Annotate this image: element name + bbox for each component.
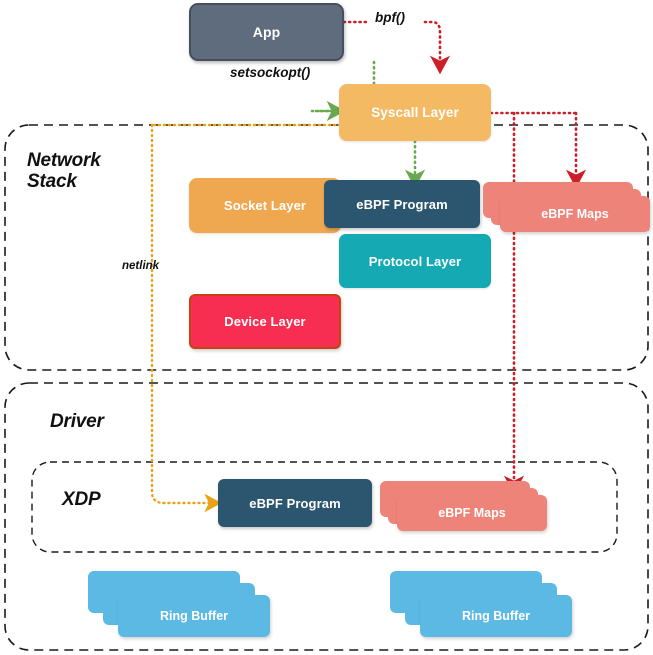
node-socket-layer[interactable]: Socket Layer — [189, 178, 341, 233]
region-label-network-stack-line2: Stack — [27, 171, 77, 193]
region-label-xdp: XDP — [62, 489, 101, 510]
edge-label-netlink: netlink — [122, 260, 160, 272]
node-app[interactable]: App — [189, 3, 344, 61]
region-label-network-stack-line1: Network — [27, 150, 101, 171]
region-label-driver: Driver — [50, 411, 104, 432]
ebpf-architecture-diagram: Network Stack Driver XDP bpf() setsockop… — [0, 0, 653, 655]
node-ebpf-program-xdp[interactable]: eBPF Program — [218, 479, 372, 527]
node-ring-buffer-right[interactable]: Ring Buffer — [390, 571, 572, 637]
node-ebpf-maps-network-stack[interactable]: eBPF Maps — [483, 182, 651, 234]
edge-label-setsockopt: setsockopt() — [230, 65, 311, 80]
ring-buffer-left-card-front[interactable]: Ring Buffer — [118, 595, 270, 637]
node-ebpf-maps-xdp[interactable]: eBPF Maps — [380, 481, 552, 533]
ebpf-maps-card-front[interactable]: eBPF Maps — [500, 196, 650, 232]
node-syscall-layer[interactable]: Syscall Layer — [339, 84, 491, 141]
edge-label-bpf: bpf() — [375, 10, 405, 25]
bpf-edge-to-syscall — [423, 20, 451, 75]
node-ebpf-program-network-stack[interactable]: eBPF Program — [324, 180, 480, 228]
node-protocol-layer[interactable]: Protocol Layer — [339, 234, 491, 288]
region-label-network-stack: Network Stack — [27, 150, 101, 193]
node-device-layer[interactable]: Device Layer — [189, 294, 341, 349]
ring-buffer-right-card-front[interactable]: Ring Buffer — [420, 595, 572, 637]
ebpf-maps-xdp-card-front[interactable]: eBPF Maps — [397, 495, 547, 531]
node-ring-buffer-left[interactable]: Ring Buffer — [88, 571, 270, 637]
